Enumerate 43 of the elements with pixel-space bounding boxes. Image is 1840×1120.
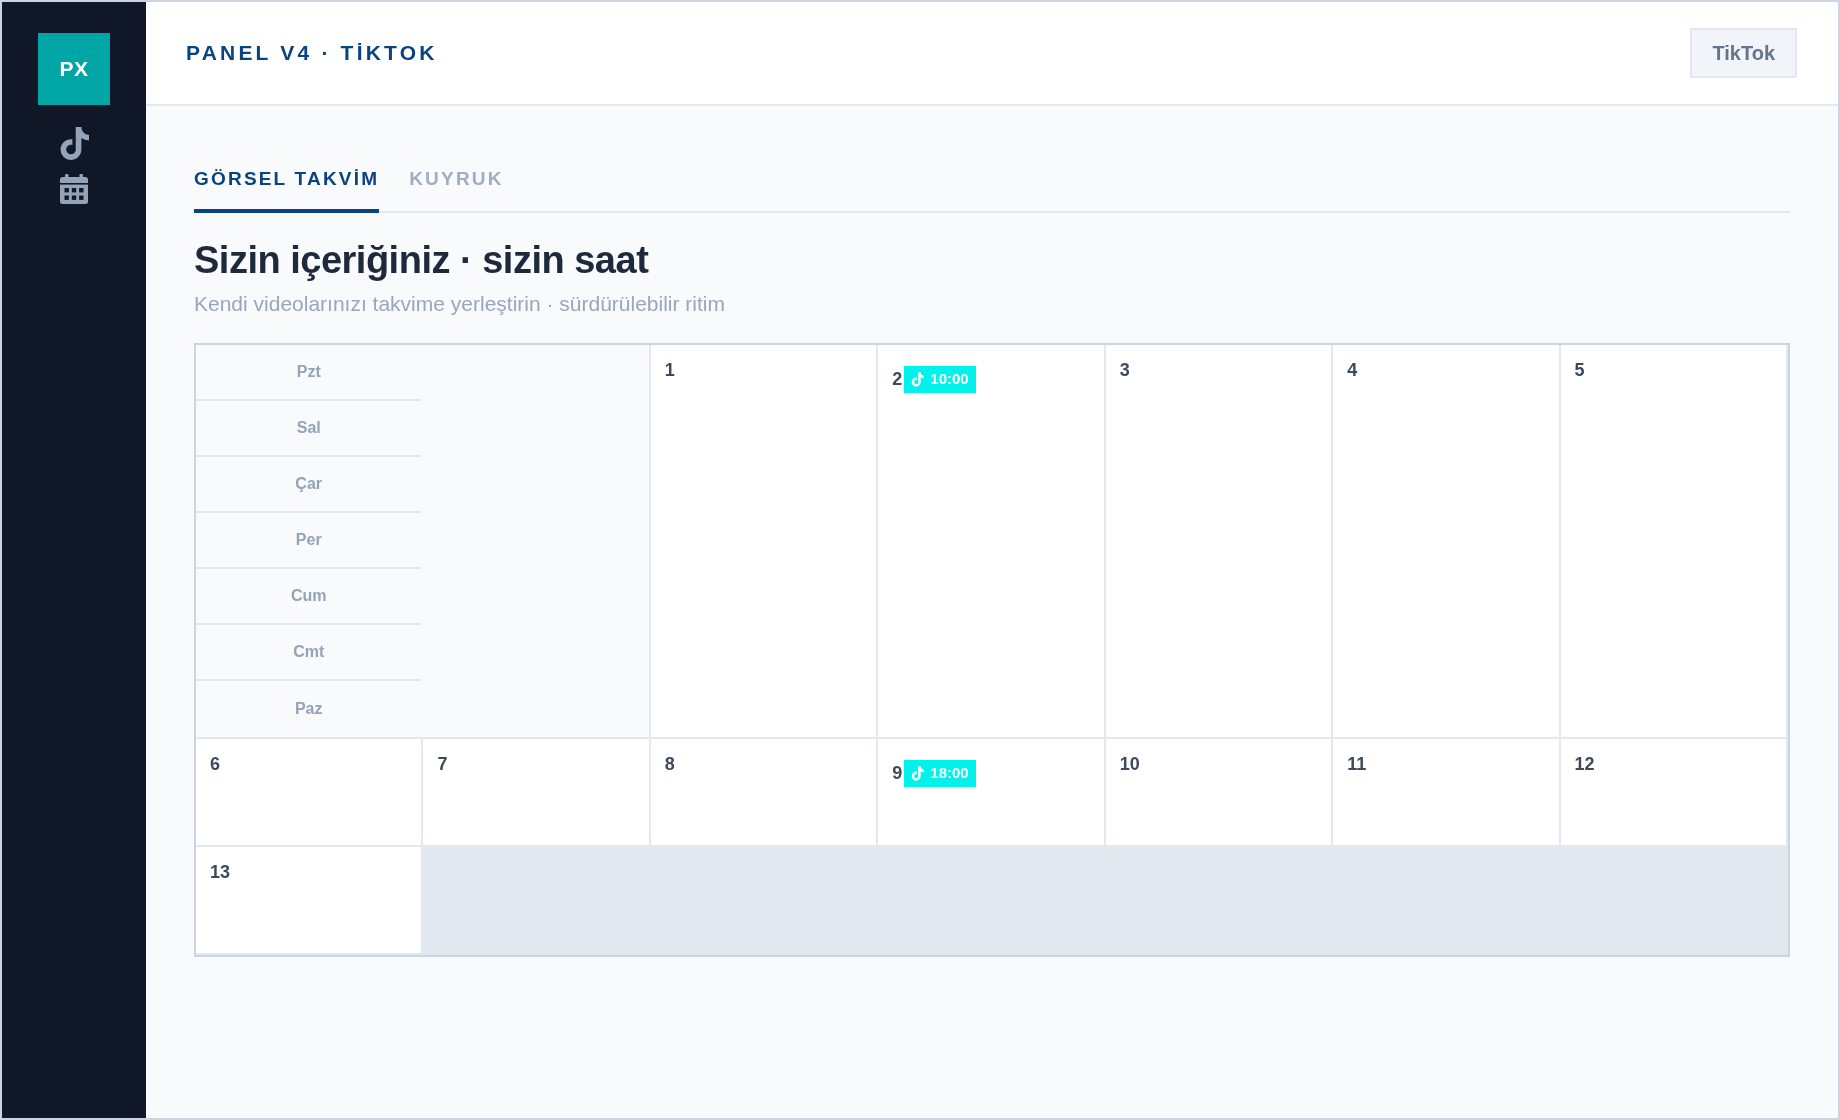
weekday-label: Cum [196, 568, 422, 625]
tab[interactable]: GÖRSEL TAKVİM [194, 168, 380, 213]
weekday-label: Pzt [196, 344, 422, 401]
day-cell[interactable]: 4 [1333, 344, 1559, 737]
page-subtitle: Kendi videolarınızı takvime yerleştirin · sürdürülebilir ritim [194, 291, 726, 318]
day-number: 5 [1574, 358, 1585, 381]
platform-button[interactable]: TikTok [1690, 28, 1797, 78]
weekday-label: Cmt [196, 624, 422, 681]
day-cell[interactable]: 9 18:00 [878, 738, 1104, 845]
day-number: 9 [892, 762, 903, 785]
page-heading: Sizin içeriğiniz · sizin saat [194, 237, 650, 283]
day-cell[interactable]: 6 [196, 738, 422, 845]
day-number: 6 [210, 752, 220, 775]
day-number: 8 [664, 752, 675, 775]
day-number: 4 [1347, 358, 1358, 381]
day-cell[interactable]: 1 [650, 344, 877, 737]
day-number: 10 [1119, 752, 1140, 775]
day-number: 11 [1347, 752, 1367, 775]
calendar-icon[interactable] [60, 174, 88, 204]
music-note-icon[interactable] [59, 127, 89, 160]
music-note-icon [911, 765, 925, 781]
day-number: 13 [210, 860, 231, 883]
day-cell[interactable]: 2 10:00 [878, 344, 1104, 737]
day-cell[interactable]: 7 [423, 738, 649, 845]
weekday-label: Paz [293, 698, 324, 719]
day-cell[interactable]: 3 [1105, 344, 1332, 737]
day-number: 1 [664, 358, 675, 381]
day-number: 12 [1574, 752, 1595, 775]
day-cell[interactable]: 12 [1560, 738, 1786, 845]
day-number: 3 [1119, 358, 1130, 381]
weekday-label: Per [196, 512, 422, 569]
weekday-label: Çar [196, 456, 422, 513]
logo: PX [38, 33, 110, 105]
day-cell[interactable]: 5 [1560, 344, 1786, 737]
day-number: 2 [892, 368, 903, 391]
day-cell[interactable]: 10 [1105, 738, 1332, 845]
day-cell[interactable]: 8 [650, 738, 877, 845]
weekday-label: Sal [196, 400, 422, 457]
app-title: PANEL V4 · TİKTOK [186, 40, 438, 67]
day-cell[interactable]: 11 [1333, 738, 1559, 845]
music-note-icon [911, 371, 925, 387]
day-number: 7 [437, 752, 448, 775]
day-cell[interactable]: 13 [196, 846, 422, 953]
